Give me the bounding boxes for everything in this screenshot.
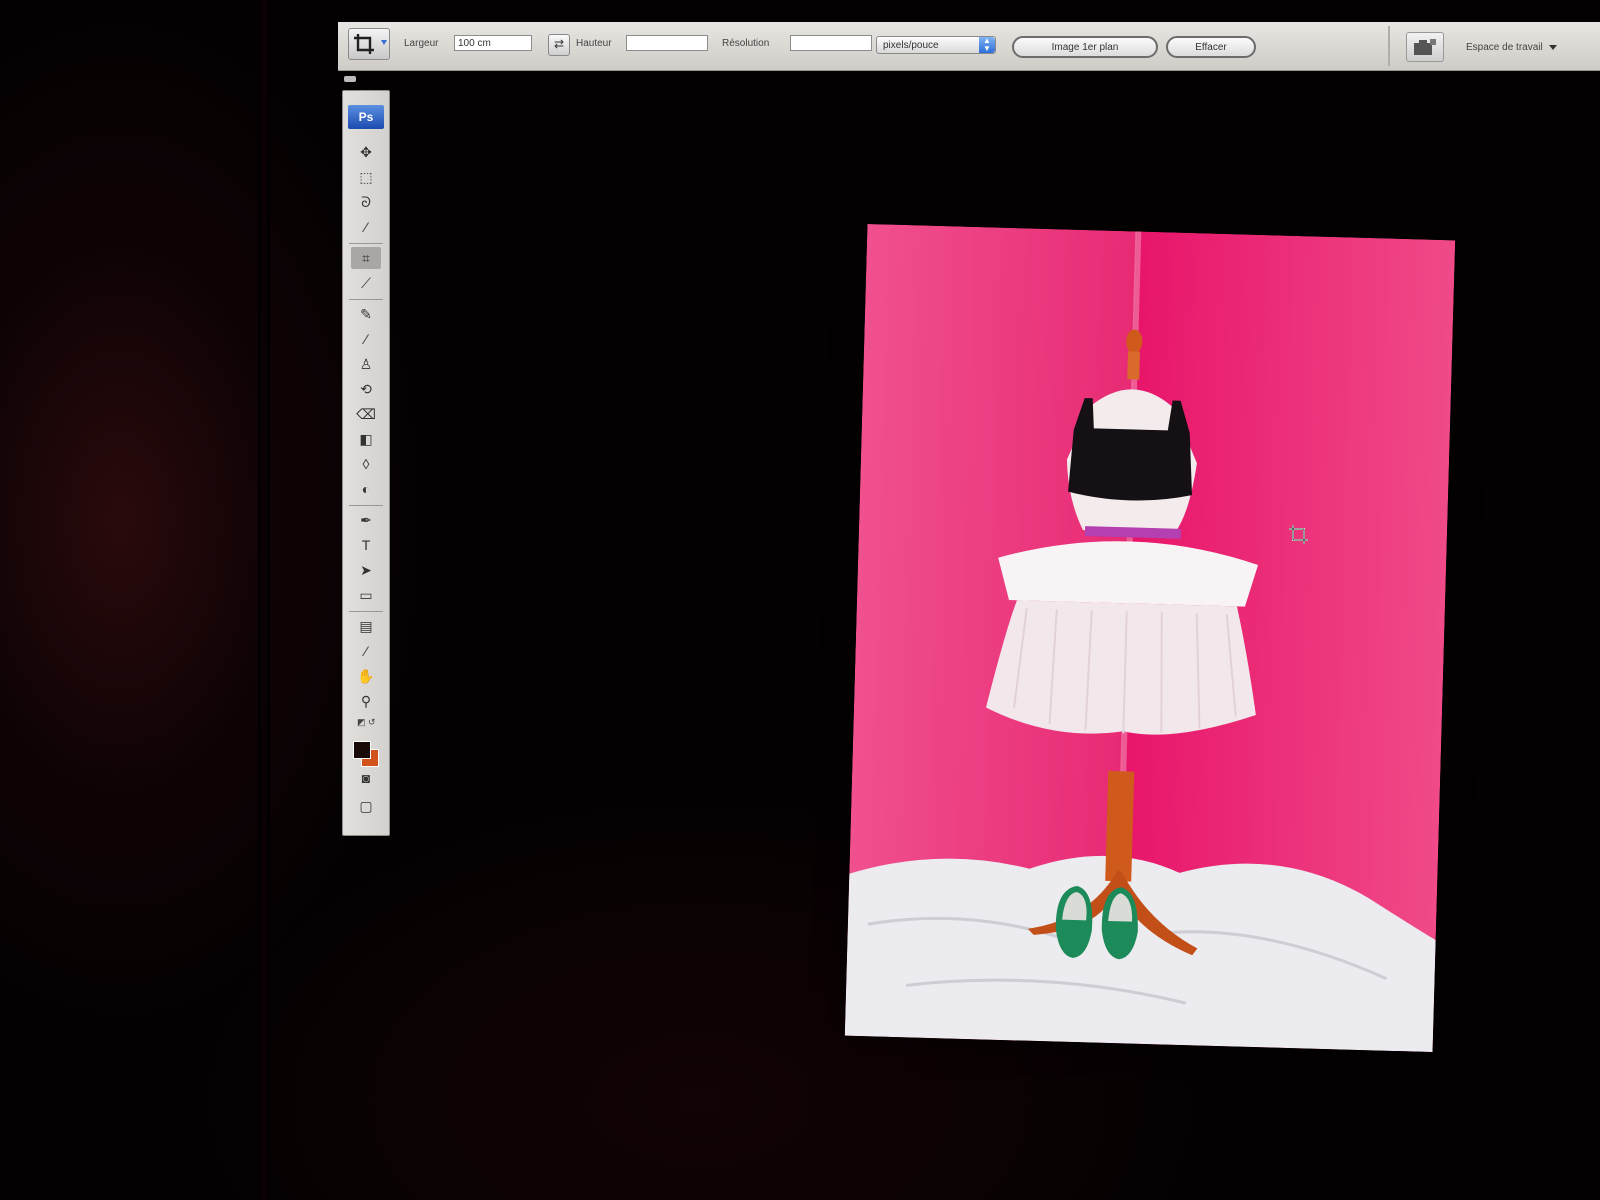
toolbox-separator: [349, 243, 383, 244]
eraser-tool-icon[interactable]: ⌫: [351, 403, 381, 425]
monitor-bezel: [258, 0, 270, 1200]
resolution-unit-value: pixels/pouce: [883, 40, 939, 51]
chevron-down-icon: [381, 40, 387, 45]
eyedropper-tool-icon[interactable]: ⁄: [351, 640, 381, 662]
pen-tool-icon[interactable]: ✒: [351, 509, 381, 531]
blur-tool-icon[interactable]: ◊: [351, 453, 381, 475]
toolbox-separator: [349, 611, 383, 612]
chevron-down-icon: [1548, 44, 1557, 50]
camera-panel-icon: [1414, 39, 1436, 55]
workspace-menu[interactable]: Espace de travail: [1466, 42, 1557, 53]
options-bar: Largeur 100 cm ⇄ Hauteur Résolution pixe…: [338, 22, 1600, 71]
brush-tool-icon[interactable]: ∕: [351, 328, 381, 350]
zoom-tool-icon[interactable]: ⚲: [351, 690, 381, 712]
select-stepper-icon: ▲ ▼: [979, 37, 995, 53]
panel-well-button[interactable]: [1406, 32, 1444, 62]
magic-wand-tool-icon[interactable]: ⁄: [351, 216, 381, 238]
healing-brush-tool-icon[interactable]: ✎: [351, 303, 381, 325]
resolution-label: Résolution: [722, 38, 770, 49]
height-label: Hauteur: [576, 38, 612, 49]
swap-dimensions-button[interactable]: ⇄: [548, 34, 570, 56]
swap-icon: ⇄: [553, 37, 565, 51]
gradient-tool-icon[interactable]: ◧: [351, 428, 381, 450]
hand-tool-icon[interactable]: ✋: [351, 665, 381, 687]
options-bar-divider: [1388, 26, 1390, 66]
photoshop-logo: Ps: [348, 105, 384, 129]
foreground-color-swatch[interactable]: [353, 741, 371, 759]
shape-tool-icon[interactable]: ▭: [351, 584, 381, 606]
marquee-tool-icon[interactable]: ⬚: [351, 166, 381, 188]
crop-cursor-icon: [1289, 525, 1308, 544]
crop-tool-icon[interactable]: ⌗: [351, 247, 381, 269]
resolution-unit-select[interactable]: pixels/pouce ▲ ▼: [876, 36, 996, 54]
tool-preset-picker[interactable]: [348, 28, 390, 60]
default-colors-icon[interactable]: ◩ ↺: [357, 717, 376, 728]
slice-tool-icon[interactable]: ⟋: [351, 272, 381, 294]
clear-button[interactable]: Effacer: [1166, 36, 1256, 58]
toolbox-separator: [349, 299, 383, 300]
width-field[interactable]: 100 cm: [454, 35, 532, 51]
clone-stamp-tool-icon[interactable]: ♙: [351, 353, 381, 375]
history-brush-tool-icon[interactable]: ⟲: [351, 378, 381, 400]
document-canvas[interactable]: [844, 223, 1456, 1053]
front-image-button[interactable]: Image 1er plan: [1012, 36, 1158, 58]
path-selection-tool-icon[interactable]: ➤: [351, 559, 381, 581]
width-label: Largeur: [404, 38, 439, 49]
height-field[interactable]: [626, 35, 708, 51]
crop-icon: [354, 34, 374, 54]
mannequin-photo: [844, 223, 1456, 1053]
move-tool-icon[interactable]: ✥: [351, 141, 381, 163]
screen-mode-icon[interactable]: ▢: [351, 795, 381, 817]
toolbox-grip[interactable]: [344, 76, 356, 82]
toolbox-separator: [349, 505, 383, 506]
quick-mask-icon[interactable]: ◙: [351, 767, 381, 789]
workspace-label: Espace de travail: [1466, 42, 1543, 53]
toolbox: Ps ◩ ↺ ◙ ▢ ✥ ⬚ ᘐ ⁄ ⌗ ⟋ ✎ ∕ ♙ ⟲ ⌫ ◧ ◊ ◐ ✒ T ➤ ▭ ▤ ⁄ ✋ ⚲: [342, 90, 390, 836]
resolution-field[interactable]: [790, 35, 872, 51]
lasso-tool-icon[interactable]: ᘐ: [351, 191, 381, 213]
type-tool-icon[interactable]: T: [351, 534, 381, 556]
notes-tool-icon[interactable]: ▤: [351, 615, 381, 637]
dodge-tool-icon[interactable]: ◐: [351, 478, 381, 500]
